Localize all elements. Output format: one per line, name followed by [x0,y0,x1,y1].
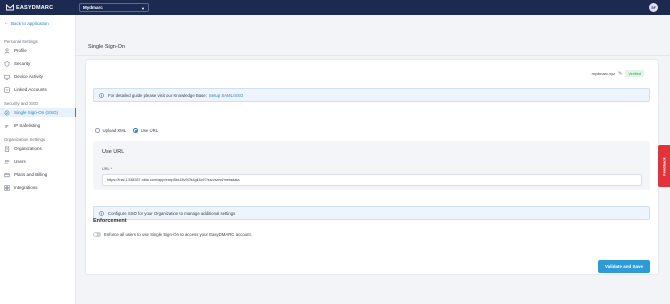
billing-icon [4,172,10,178]
device-icon [4,74,10,80]
brand-logo[interactable]: EASYDMARC [6,4,53,11]
sidebar-item-label: Linked Accounts [14,87,47,92]
section-title-organization: Organization Settings [4,137,46,142]
enforce-sso-toggle[interactable] [93,232,101,237]
sso-card: mydmarc.xyz ✎ Verified For detailed guid… [85,59,659,275]
configure-info-box: Configure SSO for your Organization to m… [93,206,650,220]
radio-label: Upload XML [102,128,127,133]
sidebar-item-label: Users [14,159,26,164]
section-title-security-sso: Security and SSO [4,101,39,106]
svg-text:IP: IP [5,123,9,128]
sso-icon [4,110,10,116]
users-icon [4,159,10,165]
radio-circle-icon [95,128,100,133]
top-bar: EASYDMARC Mydmarc ▼ SF [0,0,670,15]
feedback-label: Feedback [661,156,667,176]
sidebar-item-label: Integrations [14,185,38,190]
sidebar-item-security[interactable]: Security [0,59,76,68]
main-content: Single Sign-On mydmarc.xyz ✎ Verified Fo… [76,15,670,304]
organization-icon [4,146,10,152]
source-radio-group: Upload XML Use URL [95,128,165,133]
sidebar-item-plans-billing[interactable]: Plans and Billing [0,170,76,179]
brand-name: EASYDMARC [16,4,54,11]
enforcement-row: Enforce all users to use Single Sign-On … [93,232,252,237]
guide-text: For detailed guide please visit our Know… [108,92,207,98]
sidebar-item-label: Device Activity [14,74,44,79]
shield-icon [4,60,10,67]
sidebar-item-label: Security [14,61,31,66]
sidebar-item-label: Organizations [14,146,42,151]
domain-name: mydmarc.xyz [591,71,616,76]
sidebar-item-profile[interactable]: Profile [0,46,76,55]
user-icon [4,47,10,54]
sidebar-item-ip-safelisting[interactable]: IP IP Safelisting [0,121,76,130]
organization-name: Mydmarc [83,5,103,10]
easydmarc-logo-icon [6,4,14,11]
configure-text: Configure SSO for your Organization to m… [108,210,236,216]
domain-row: mydmarc.xyz ✎ Verified [592,70,644,77]
chevron-down-icon: ▼ [141,6,145,11]
sidebar-item-users[interactable]: Users [0,157,76,166]
url-label: URL * [102,167,112,171]
sidebar-item-device-activity[interactable]: Device Activity [0,72,76,81]
sidebar-item-label: Single Sign-On (SSO) [14,110,59,115]
radio-upload-xml[interactable]: Upload XML [95,128,126,133]
feedback-tab[interactable]: Feedback [658,145,670,187]
sidebar-item-label: IP Safelisting [14,123,41,128]
settings-sidebar: ← Back to application Personal Settings … [0,15,76,304]
verified-badge: Verified [625,70,644,77]
use-url-panel: Use URL URL * https://trial-1338287.okta… [93,141,650,190]
avatar[interactable]: SF [649,3,658,12]
info-icon [99,210,104,216]
sidebar-item-integrations[interactable]: Integrations [0,183,76,192]
enforcement-text: Enforce all users to use Single Sign-On … [104,232,252,237]
guide-info-box: For detailed guide please visit our Know… [93,88,650,102]
info-icon [99,92,104,98]
integrations-icon [4,184,10,191]
edit-pencil-icon[interactable]: ✎ [618,71,622,77]
sidebar-item-sso[interactable]: Single Sign-On (SSO) [0,108,76,117]
arrow-left-icon: ← [4,20,9,26]
url-input[interactable]: https://trial-1338287.okta.com/app/exkp8… [102,174,642,186]
organization-select[interactable]: Mydmarc ▼ [79,3,149,12]
page-title: Single Sign-On [88,44,125,50]
radio-label: Use URL [140,128,159,133]
setup-saml-sso-link[interactable]: Setup SAML/SSO [209,93,243,98]
link-icon [4,86,10,93]
sidebar-item-organizations[interactable]: Organizations [0,144,76,153]
back-link-label: Back to application [11,20,49,26]
ip-icon: IP [4,123,10,129]
section-title-personal: Personal Settings [4,39,38,44]
back-to-application-link[interactable]: ← Back to application [4,20,49,26]
use-url-title: Use URL [102,149,125,155]
sidebar-item-label: Profile [14,48,27,53]
divider [76,55,670,56]
sidebar-item-linked-accounts[interactable]: Linked Accounts [0,85,76,94]
sidebar-item-label: Plans and Billing [14,172,48,177]
validate-and-save-button[interactable]: Validate and Save [598,260,650,273]
radio-selected-icon [133,128,138,133]
radio-use-url[interactable]: Use URL [133,128,158,133]
enforcement-title: Enforcement [93,218,127,224]
